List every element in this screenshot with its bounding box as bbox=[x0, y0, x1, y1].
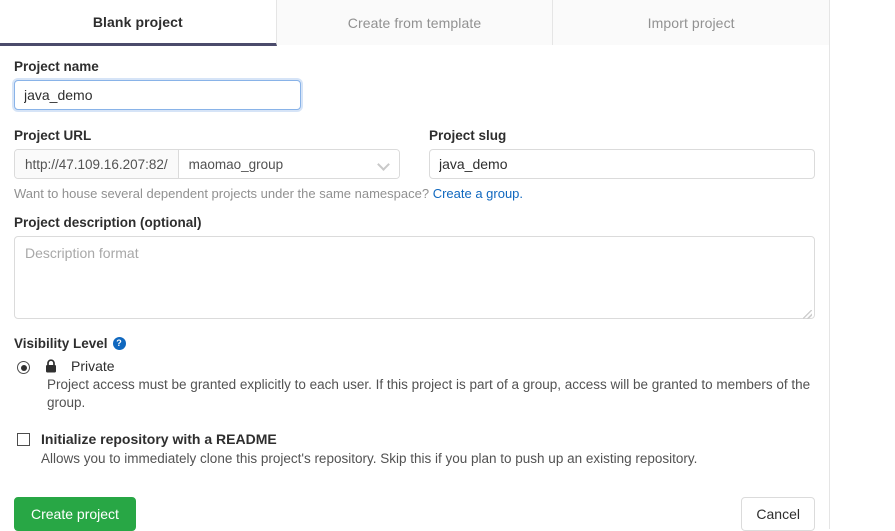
lock-icon bbox=[44, 359, 58, 374]
project-type-tabs: Blank project Create from template Impor… bbox=[0, 0, 830, 46]
url-slug-row: Project URL http://47.109.16.207:82/ mao… bbox=[14, 128, 815, 179]
project-name-label: Project name bbox=[14, 59, 99, 74]
initialize-readme-checkbox[interactable] bbox=[17, 432, 30, 446]
initialize-readme-description: Allows you to immediately clone this pro… bbox=[41, 451, 698, 466]
private-radio[interactable] bbox=[17, 361, 30, 374]
project-url-input-group: http://47.109.16.207:82/ maomao_group bbox=[14, 149, 400, 179]
private-option-description: Project access must be granted explicitl… bbox=[47, 377, 811, 410]
project-slug-input[interactable] bbox=[429, 149, 815, 179]
project-description-textarea[interactable] bbox=[14, 236, 815, 319]
private-option-label: Private bbox=[71, 358, 115, 374]
chevron-down-icon bbox=[379, 159, 389, 169]
project-url-label: Project URL bbox=[14, 128, 92, 143]
new-project-form: Project name Project URL http://47.109.1… bbox=[0, 45, 829, 466]
create-project-button[interactable]: Create project bbox=[14, 497, 136, 531]
project-slug-column: Project slug bbox=[429, 128, 815, 179]
namespace-select[interactable]: maomao_group bbox=[178, 150, 399, 178]
initialize-readme-row[interactable]: Initialize repository with a README bbox=[14, 431, 815, 447]
project-slug-label: Project slug bbox=[429, 128, 507, 143]
project-name-input[interactable] bbox=[14, 80, 301, 110]
project-description-label: Project description (optional) bbox=[14, 215, 202, 230]
project-url-prefix: http://47.109.16.207:82/ bbox=[15, 150, 179, 178]
question-mark-icon[interactable]: ? bbox=[112, 337, 126, 350]
project-description-wrap bbox=[14, 236, 815, 322]
visibility-option-private[interactable]: Private bbox=[14, 358, 815, 374]
namespace-selected-value: maomao_group bbox=[188, 156, 284, 172]
tab-import-project[interactable]: Import project bbox=[553, 0, 830, 45]
tab-label: Blank project bbox=[92, 13, 183, 30]
form-actions: Create project Cancel bbox=[0, 497, 829, 531]
project-url-column: Project URL http://47.109.16.207:82/ mao… bbox=[14, 128, 415, 179]
tab-label: Create from template bbox=[347, 14, 482, 31]
tab-create-from-template[interactable]: Create from template bbox=[276, 0, 554, 45]
namespace-helper-text: Want to house several dependent projects… bbox=[14, 186, 815, 201]
visibility-level-label: Visibility Level bbox=[14, 336, 108, 351]
namespace-helper-question: Want to house several dependent projects… bbox=[14, 186, 430, 201]
initialize-readme-label: Initialize repository with a README bbox=[41, 431, 277, 447]
tab-blank-project[interactable]: Blank project bbox=[0, 0, 277, 46]
create-a-group-link[interactable]: Create a group. bbox=[433, 186, 523, 201]
cancel-button[interactable]: Cancel bbox=[741, 497, 815, 531]
visibility-level-header: Visibility Level ? bbox=[14, 336, 815, 351]
new-project-page: Blank project Create from template Impor… bbox=[0, 0, 895, 531]
project-name-field-wrap bbox=[14, 80, 301, 110]
tab-label: Import project bbox=[647, 14, 735, 31]
content-container-divider bbox=[829, 0, 830, 529]
